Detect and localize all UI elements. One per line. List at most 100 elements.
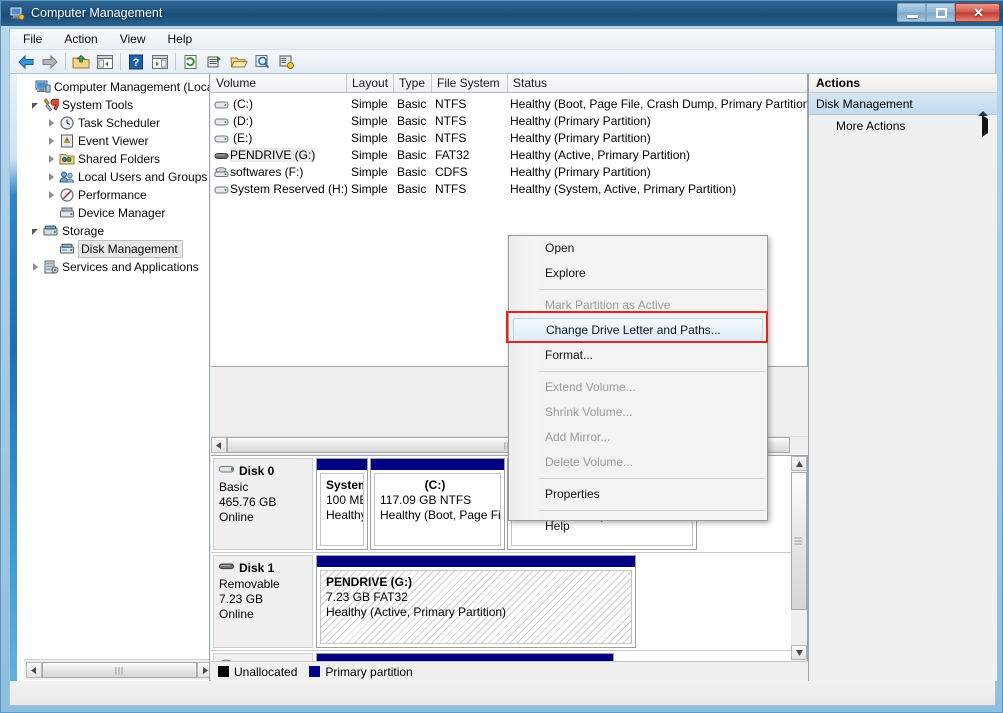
menu-action[interactable]: Action — [55, 30, 106, 48]
svg-text:?: ? — [133, 57, 140, 69]
scroll-down-button[interactable] — [791, 645, 807, 660]
tree-item-storage[interactable]: Storage — [29, 222, 104, 240]
open-folder-icon[interactable] — [227, 51, 251, 73]
show-hide-console-tree-icon[interactable] — [93, 51, 117, 73]
back-arrow-icon[interactable] — [14, 51, 38, 73]
tree-item-performance[interactable]: Performance — [45, 186, 147, 204]
computer-management-window: Computer Management ✕ File Action View H… — [0, 0, 1003, 713]
expander-collapsed-icon[interactable] — [45, 132, 58, 150]
tree-item-computer-management[interactable]: Computer Management (Local) — [21, 78, 210, 96]
cell-file-system: CDFS — [435, 164, 507, 181]
status-bar — [9, 681, 996, 706]
tree-item-system-tools[interactable]: System Tools — [29, 96, 133, 114]
tree-item-local-users-and-groups[interactable]: Local Users and Groups — [45, 168, 207, 186]
partition-status: Healthy (System, Active — [326, 508, 363, 523]
disk-name: Disk 1 — [219, 561, 308, 575]
tree-horizontal-scrollbar[interactable]: ||| — [24, 659, 210, 680]
column-header-file-system[interactable]: File System — [432, 74, 508, 92]
table-row[interactable]: System Reserved (H:) Simple Basic NTFS H… — [211, 181, 807, 198]
partition-pendrive-g[interactable]: PENDRIVE (G:) 7.23 GB FAT32 Healthy (Act… — [316, 555, 636, 648]
scrollbar-thumb[interactable]: ||| — [42, 662, 197, 678]
help-icon[interactable]: ? — [124, 51, 148, 73]
context-menu-item-delete-volume: Delete Volume... — [509, 450, 767, 475]
context-menu-item-properties[interactable]: Properties — [509, 482, 767, 507]
maximize-button[interactable] — [926, 3, 955, 22]
actions-group-disk-management[interactable]: Disk Management — [809, 93, 997, 115]
scrollbar-thumb[interactable]: ||| — [791, 472, 807, 610]
table-row[interactable]: softwares (F:) Simple Basic CDFS Healthy… — [211, 164, 807, 181]
disk-type: Basic — [219, 480, 308, 495]
forward-arrow-icon[interactable] — [38, 51, 62, 73]
menu-view[interactable]: View — [111, 30, 155, 48]
expander-collapsed-icon[interactable] — [45, 150, 58, 168]
scroll-up-button[interactable] — [791, 456, 807, 471]
expander-collapsed-icon[interactable] — [29, 258, 42, 276]
partition-status: Healthy (Active, Primary Partition) — [326, 605, 631, 620]
partition-c[interactable]: (C:) 117.09 GB NTFS Healthy (Boot, Page … — [370, 458, 505, 550]
disk-type: Removable — [219, 577, 308, 592]
close-button[interactable]: ✕ — [955, 3, 1000, 22]
scroll-right-button[interactable] — [197, 662, 210, 678]
cell-layout: Simple — [351, 181, 396, 198]
tree-item-services-and-applications[interactable]: Services and Applications — [29, 258, 199, 276]
cell-layout: Simple — [351, 96, 396, 113]
cell-layout: Simple — [351, 147, 396, 164]
cell-type: Basic — [397, 113, 437, 130]
tree-item-label: Event Viewer — [78, 133, 148, 149]
partition-status: Healthy (Boot, Page Fil — [380, 508, 500, 523]
minimize-button[interactable] — [897, 3, 926, 22]
context-menu-item-change-drive-letter-and-paths[interactable]: Change Drive Letter and Paths... — [513, 318, 763, 343]
tree-item-shared-folders[interactable]: Shared Folders — [45, 150, 160, 168]
context-menu-item-mark-partition-as-active: Mark Partition as Active — [509, 293, 767, 318]
cell-status: Healthy (Boot, Page File, Crash Dump, Pr… — [510, 96, 808, 113]
scroll-left-button[interactable] — [26, 662, 42, 678]
context-menu-item-format[interactable]: Format... — [509, 343, 767, 368]
search-icon[interactable] — [251, 51, 275, 73]
expander-collapsed-icon[interactable] — [45, 186, 58, 204]
tree-item-task-scheduler[interactable]: Task Scheduler — [45, 114, 160, 132]
users-icon — [58, 169, 75, 185]
window-title: Computer Management — [31, 6, 162, 20]
storage-icon — [42, 223, 59, 239]
column-header-type[interactable]: Type — [394, 74, 432, 92]
scroll-left-button[interactable] — [211, 437, 227, 453]
expander-collapsed-icon[interactable] — [45, 168, 58, 186]
tree-item-device-manager[interactable]: Device Manager — [58, 204, 165, 222]
disk-view-vertical-scrollbar[interactable]: ||| — [791, 456, 808, 681]
table-row[interactable]: (C:) Simple Basic NTFS Healthy (Boot, Pa… — [211, 96, 807, 113]
context-menu-item-shrink-volume: Shrink Volume... — [509, 400, 767, 425]
context-menu-item-explore[interactable]: Explore — [509, 261, 767, 286]
table-row[interactable]: PENDRIVE (G:) Simple Basic FAT32 Healthy… — [211, 147, 807, 164]
table-row[interactable]: (E:) Simple Basic NTFS Healthy (Primary … — [211, 130, 807, 147]
expander-expanded-icon[interactable] — [29, 222, 42, 240]
column-header-volume[interactable]: Volume — [211, 74, 347, 92]
context-menu-item-add-mirror: Add Mirror... — [509, 425, 767, 450]
partition-system-reserved[interactable]: System Reserved 100 MB NTFS Healthy (Sys… — [316, 458, 368, 550]
table-row[interactable]: (D:) Simple Basic NTFS Healthy (Primary … — [211, 113, 807, 130]
show-hide-action-pane-icon[interactable] — [148, 51, 172, 73]
tree-item-event-viewer[interactable]: Event Viewer — [45, 132, 148, 150]
disk-management-icon — [58, 241, 75, 257]
cell-layout: Simple — [351, 130, 396, 147]
column-header-layout[interactable]: Layout — [347, 74, 394, 92]
cell-volume: (D:) — [211, 113, 347, 130]
column-header-status[interactable]: Status — [508, 74, 808, 92]
chevron-right-icon — [982, 119, 988, 133]
rescan-disks-icon[interactable] — [275, 51, 299, 73]
up-folder-icon[interactable] — [69, 51, 93, 73]
partition-body: (C:) 117.09 GB NTFS Healthy (Boot, Page … — [374, 473, 501, 546]
expander-expanded-icon[interactable] — [29, 96, 42, 114]
chevron-up-icon[interactable] — [978, 97, 988, 111]
cell-file-system: NTFS — [435, 96, 507, 113]
tree-item-label: Computer Management (Local) — [54, 79, 210, 95]
refresh-icon[interactable] — [179, 51, 203, 73]
menu-file[interactable]: File — [14, 30, 51, 48]
context-menu-item-open[interactable]: Open — [509, 236, 767, 261]
menu-help[interactable]: Help — [159, 30, 202, 48]
properties-icon[interactable] — [203, 51, 227, 73]
disk-row-disk-1[interactable]: Disk 1 Removable 7.23 GB Online PENDRIVE… — [211, 553, 791, 651]
expander-collapsed-icon[interactable] — [45, 114, 58, 132]
sidebar-item-disk-management[interactable]: Disk Management — [58, 240, 183, 258]
action-more-actions[interactable]: More Actions — [809, 115, 997, 137]
context-menu-item-help[interactable]: Help — [509, 514, 767, 539]
